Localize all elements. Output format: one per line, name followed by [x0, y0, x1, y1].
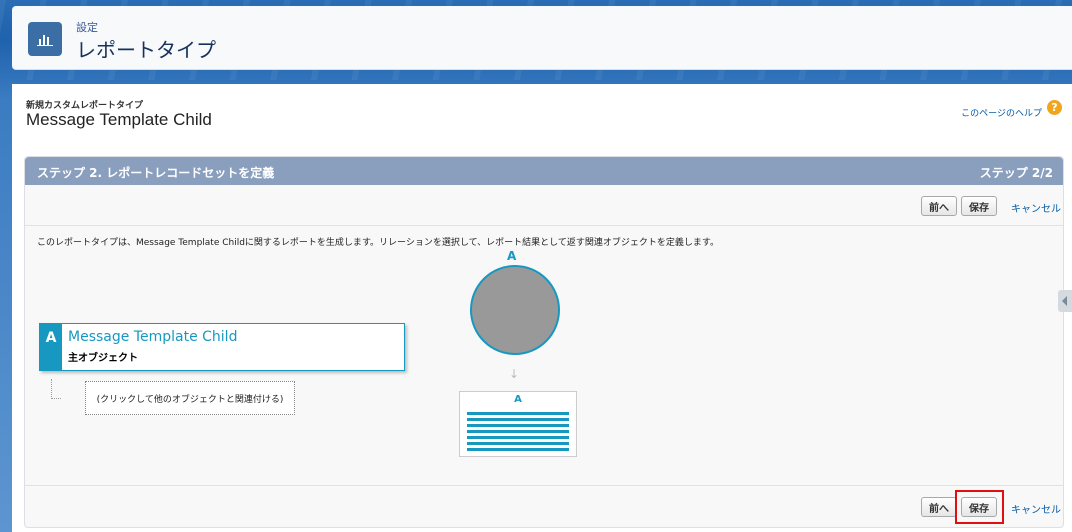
- diagram-table-letter: A: [514, 394, 522, 405]
- diagram-circle: [470, 265, 560, 355]
- main-panel: 新規カスタムレポートタイプ Message Template Child このペ…: [12, 84, 1072, 532]
- header-title: レポートタイプ: [76, 38, 216, 62]
- relate-object-button[interactable]: (クリックして他のオブジェクトと関連付ける): [85, 381, 295, 415]
- diagram-line: [467, 430, 569, 433]
- help-icon[interactable]: ?: [1047, 100, 1062, 115]
- diagram-line: [467, 418, 569, 421]
- diagram-line: [467, 448, 569, 451]
- primary-object-box[interactable]: A Message Template Child 主オブジェクト: [39, 323, 405, 371]
- breadcrumb[interactable]: 設定: [76, 19, 98, 35]
- report-icon: [28, 22, 62, 56]
- object-letter: A: [40, 324, 62, 370]
- diagram-line: [467, 442, 569, 445]
- step-count: ステップ 2/2: [979, 166, 1053, 180]
- diagram-line: [467, 412, 569, 415]
- cancel-link-bottom[interactable]: キャンセル: [1011, 501, 1061, 516]
- diagram-table: A: [459, 391, 577, 457]
- description-text: このレポートタイプは、Message Template Childに関するレポー…: [37, 238, 719, 248]
- page-title: Message Template Child: [26, 110, 212, 129]
- down-arrow-icon: ↓: [509, 367, 520, 381]
- prev-button-top[interactable]: 前へ: [921, 196, 957, 216]
- connector-line: [51, 379, 61, 399]
- prev-button-bottom[interactable]: 前へ: [921, 497, 957, 517]
- step-block: ステップ 2. レポートレコードセットを定義 ステップ 2/2 前へ 保存 キャ…: [24, 156, 1064, 528]
- diagram-line: [467, 436, 569, 439]
- divider-bottom: [25, 485, 1063, 486]
- page-header: 設定 レポートタイプ: [12, 6, 1072, 70]
- help-link[interactable]: このページのヘルプ: [961, 106, 1042, 119]
- object-name: Message Template Child: [68, 329, 238, 345]
- diagram-line: [467, 424, 569, 427]
- save-highlight: [955, 490, 1004, 524]
- diagram-circle-letter: A: [507, 249, 517, 263]
- object-type-label: 主オブジェクト: [68, 353, 138, 364]
- step-header: ステップ 2. レポートレコードセットを定義 ステップ 2/2: [25, 157, 1063, 185]
- save-button-top[interactable]: 保存: [961, 196, 997, 216]
- cancel-link-top[interactable]: キャンセル: [1011, 200, 1061, 215]
- step-title: ステップ 2. レポートレコードセットを定義: [37, 166, 275, 180]
- collapse-tab-icon[interactable]: [1058, 290, 1072, 312]
- divider-top: [25, 225, 1063, 226]
